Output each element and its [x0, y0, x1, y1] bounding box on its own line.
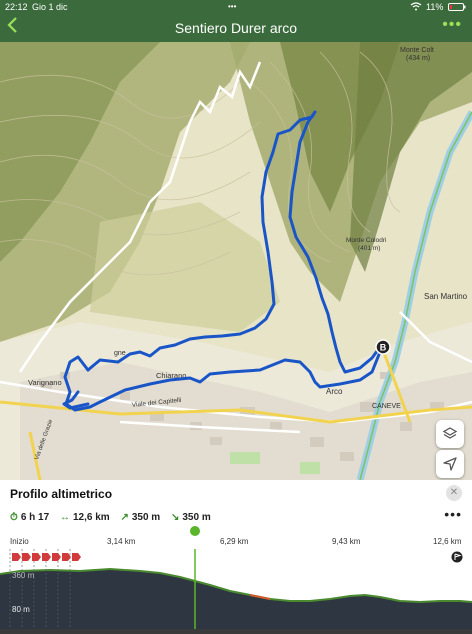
wifi-icon	[410, 2, 422, 13]
navigate-arrow-icon	[443, 457, 457, 471]
stat-ascent: 350 m	[131, 512, 161, 523]
flag-icon	[451, 551, 463, 563]
clock-icon: ⏱	[10, 512, 18, 523]
elevation-profile[interactable]: 360 m 80 m	[0, 529, 472, 629]
status-time: 22:12	[5, 2, 28, 12]
distance-axis: Inizio 3,14 km 6,29 km 9,43 km 12,6 km	[0, 537, 472, 549]
app-header: Sentiero Durer arco •••	[0, 14, 472, 42]
axis-label-end: 12,6 km	[433, 537, 462, 546]
label-monte-colodri: Monte Colodri	[346, 237, 386, 244]
y-label-top: 360 m	[12, 571, 35, 580]
axis-label-1: 3,14 km	[107, 537, 136, 546]
layers-button[interactable]	[436, 420, 464, 448]
profile-cursor-handle[interactable]	[190, 526, 200, 536]
distance-icon: ↔	[59, 512, 70, 523]
label-varignano: Varignano	[28, 378, 62, 387]
battery-level: 11%	[426, 2, 444, 12]
svg-text:B: B	[380, 343, 387, 353]
profile-title: Profilo altimetrico	[10, 487, 113, 501]
elevation-chart[interactable]	[0, 529, 472, 629]
stat-distance: 12,6 km	[72, 512, 110, 523]
locate-button[interactable]	[436, 450, 464, 478]
ascent-icon: ↗	[120, 512, 129, 523]
topographic-map[interactable]: Monte Colt (434 m) Monte Colodri (401 m)…	[0, 42, 472, 480]
label-vignole: gne	[114, 350, 126, 357]
status-date: Gio 1 dic	[32, 2, 68, 12]
stat-duration: 6 h 17	[20, 512, 50, 523]
status-bar: 22:12 Gio 1 dic ••• 11%	[0, 0, 472, 14]
stat-descent: 350 m	[182, 512, 211, 523]
label-monte-colt-elev: (434 m)	[406, 55, 430, 62]
axis-label-start: Inizio	[10, 537, 29, 546]
label-caneve: CANEVE	[372, 403, 401, 410]
label-arco: Arco	[326, 387, 343, 396]
label-san-martino: San Martino	[424, 292, 468, 301]
battery-icon	[448, 3, 466, 13]
label-colodri-elev: (401 m)	[358, 245, 380, 252]
close-icon: ✕	[449, 487, 459, 498]
more-options-button[interactable]: •••	[442, 16, 462, 34]
map-view[interactable]: Monte Colt (434 m) Monte Colodri (401 m)…	[0, 42, 472, 480]
profile-more-button[interactable]: •••	[444, 506, 462, 522]
layers-icon	[442, 427, 458, 439]
label-monte-colt: Monte Colt	[400, 47, 434, 54]
route-end-marker[interactable]: B	[375, 339, 391, 355]
close-button[interactable]: ✕	[446, 485, 462, 501]
route-stats: ⏱ 6 h 17 ↔ 12,6 km ↗ 350 m ↘ 350 m	[10, 512, 219, 523]
axis-label-3: 9,43 km	[332, 537, 361, 546]
descent-icon: ↘	[170, 512, 180, 523]
route-title: Sentiero Durer arco	[174, 20, 298, 36]
y-label-bottom: 80 m	[12, 605, 30, 614]
status-dots: •••	[228, 2, 237, 11]
axis-label-2: 6,29 km	[220, 537, 249, 546]
